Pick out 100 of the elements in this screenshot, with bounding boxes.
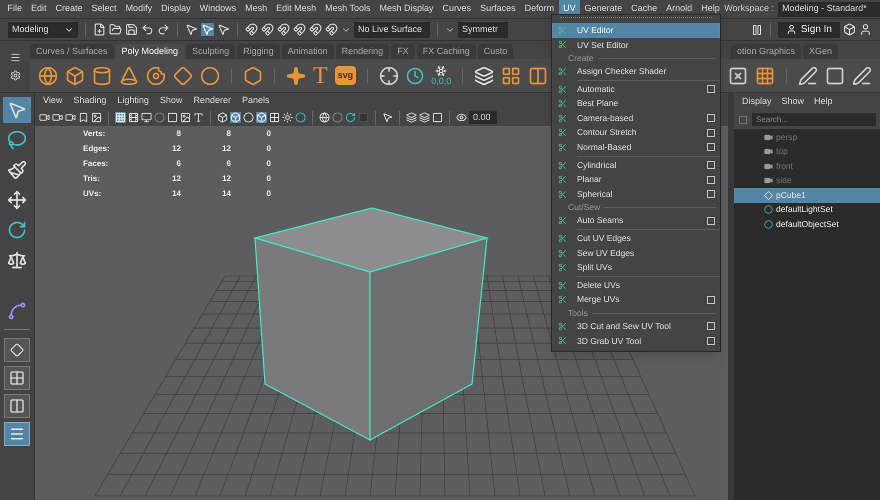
menu-item[interactable]: Auto Seams (552, 214, 720, 228)
diamond-icon[interactable] (173, 66, 193, 86)
option-box[interactable] (707, 85, 715, 94)
crosshair-icon[interactable] (379, 66, 400, 86)
pause-icon[interactable] (750, 24, 763, 36)
viewport-menu-item[interactable]: Shading (73, 94, 106, 108)
polygon-icon[interactable] (243, 66, 263, 86)
menu-item[interactable]: Merge UVs (552, 292, 720, 308)
option-box[interactable] (707, 176, 715, 184)
open-folder-icon[interactable] (109, 23, 122, 36)
menu-item[interactable]: Assign Checker Shader (552, 64, 720, 79)
workspace-dropdown[interactable]: Modeling - Standard* (778, 2, 880, 16)
menu-item[interactable]: 3D Grab UV Tool (552, 334, 720, 348)
sign-in-button[interactable]: Sign In (778, 22, 840, 38)
camera-icon[interactable] (764, 147, 773, 156)
shelf-tab[interactable]: Animation (282, 44, 334, 59)
torus-icon[interactable] (146, 66, 166, 86)
figure-icon[interactable] (859, 23, 872, 36)
menu-item[interactable]: Cache (626, 0, 662, 18)
svg-tool-icon[interactable]: svg (334, 66, 356, 86)
menu-item[interactable]: Spherical (552, 186, 720, 202)
shelf-tab[interactable]: Sculpting (186, 44, 236, 59)
menu-item[interactable]: Mesh Display (375, 0, 438, 18)
option-box[interactable] (707, 190, 715, 198)
menu-item[interactable]: Help (696, 0, 724, 18)
option-box[interactable] (707, 128, 715, 137)
cylinder-icon[interactable] (92, 66, 112, 86)
wireframe-icon[interactable] (217, 112, 228, 123)
menu-item[interactable]: Create (51, 0, 88, 18)
viewport-menu-item[interactable]: View (43, 94, 62, 108)
menu-item[interactable]: Best Plane (552, 96, 720, 111)
option-box[interactable] (707, 161, 715, 170)
star-icon[interactable] (286, 66, 306, 86)
menu-item[interactable]: Sew UV Edges (552, 246, 720, 260)
menu-item[interactable]: 3D Cut and Sew UV Tool (552, 319, 720, 334)
clock-icon[interactable] (406, 66, 424, 84)
layout-button[interactable] (4, 422, 30, 446)
menu-item[interactable]: Surfaces (476, 0, 520, 18)
text-tool-icon[interactable]: T (313, 64, 328, 88)
menu-item[interactable]: Contour Stretch (552, 126, 720, 140)
menu-item[interactable]: Delete UVs (552, 278, 720, 292)
menu-item[interactable]: Windows (195, 0, 241, 18)
cube-icon[interactable] (65, 66, 85, 86)
option-box[interactable] (707, 143, 715, 152)
shelf-tab[interactable]: FX (391, 44, 415, 59)
shelf-tab[interactable]: FX Caching (416, 44, 476, 59)
menu-item[interactable]: UV Editor (552, 23, 720, 38)
shelf-tab[interactable]: Rendering (336, 44, 390, 59)
pen-icon[interactable] (798, 66, 818, 86)
menu-item[interactable]: Automatic (552, 82, 720, 96)
mode-dropdown[interactable]: Modeling (8, 22, 78, 38)
menu-item[interactable]: Split UVs (552, 260, 720, 275)
menu-item[interactable]: Mesh Tools (320, 0, 376, 18)
freeze-transform-label[interactable]: 0,0,0 (431, 77, 452, 86)
menu-item[interactable]: Camera-based (552, 110, 720, 126)
draw-icon[interactable] (852, 66, 872, 86)
menu-item[interactable]: UV Set Editor (552, 38, 720, 52)
option-box[interactable] (707, 296, 715, 304)
symmetry-dropdown[interactable]: Symmetr (458, 22, 508, 38)
shelf-tab[interactable]: Rigging (237, 44, 280, 59)
menu-icon[interactable] (10, 52, 20, 64)
menu-item[interactable]: Select (87, 0, 122, 18)
option-box[interactable] (707, 336, 715, 345)
camera-icon[interactable] (764, 176, 773, 186)
shelf-tab[interactable]: Poly Modeling (116, 44, 184, 59)
cone-icon[interactable] (119, 66, 139, 86)
lights-icon[interactable] (282, 112, 293, 123)
layout-button[interactable] (4, 394, 30, 418)
rotate-icon[interactable] (7, 220, 27, 240)
outliner-item[interactable]: defaultLightSet (734, 202, 880, 217)
menu-item[interactable]: Generate (580, 0, 627, 18)
menu-item[interactable]: Cut UV Edges (552, 231, 720, 246)
viewport-menu-item[interactable]: Renderer (193, 94, 231, 108)
disc-icon[interactable] (200, 66, 220, 86)
menu-item[interactable]: Normal-Based (552, 140, 720, 155)
outliner-item[interactable]: defaultObjectSet (734, 217, 880, 232)
shelf-tab[interactable]: Custo (478, 44, 514, 59)
option-box[interactable] (707, 322, 715, 330)
exposure-field[interactable]: 0.00 (469, 111, 497, 124)
outliner-menu-item[interactable]: Show (782, 95, 804, 109)
menu-item[interactable]: File (3, 0, 27, 18)
live-surface-field[interactable]: No Live Surface (354, 22, 430, 38)
menu-item[interactable]: Modify (121, 0, 157, 18)
search-field[interactable]: Search... (752, 113, 876, 126)
layout-button[interactable] (4, 366, 30, 390)
user-icon[interactable] (786, 24, 797, 35)
option-box[interactable] (707, 216, 715, 225)
sphere-icon[interactable] (38, 66, 58, 86)
menu-item[interactable]: Mesh (240, 0, 272, 18)
curve-tool-icon[interactable] (7, 301, 27, 321)
bookmark-icon[interactable] (78, 112, 89, 123)
new-file-icon[interactable] (93, 23, 106, 36)
outliner-menu-item[interactable]: Display (742, 95, 772, 109)
menu-item[interactable]: Cylindrical (552, 158, 720, 172)
menu-item[interactable]: Edit (26, 0, 52, 18)
paint-icon[interactable] (7, 160, 27, 180)
save-icon[interactable] (125, 23, 138, 36)
shelf-tab[interactable]: XGen (802, 44, 838, 59)
grid-toggle-icon[interactable] (115, 112, 126, 123)
viewport-menu-item[interactable]: Lighting (117, 94, 149, 108)
